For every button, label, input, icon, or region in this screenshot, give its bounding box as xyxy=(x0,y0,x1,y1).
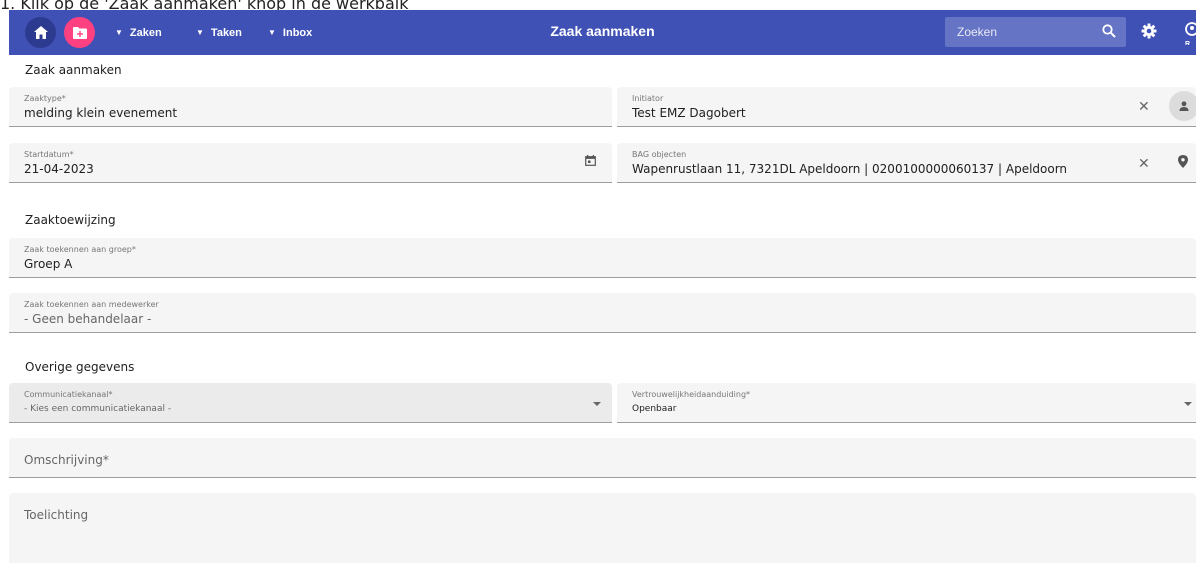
person-icon xyxy=(1179,101,1189,111)
omschrijving-input[interactable]: Omschrijving* xyxy=(9,438,1196,478)
menu-label: Zaken xyxy=(129,26,162,39)
field-label: Zaak toekennen aan medewerker xyxy=(24,300,159,309)
field-label: Communicatiekanaal* xyxy=(24,390,113,399)
field-value: melding klein evenement xyxy=(24,106,178,120)
medewerker-field[interactable]: Zaak toekennen aan medewerker - Geen beh… xyxy=(9,293,1196,333)
close-icon[interactable]: ✕ xyxy=(1138,100,1150,114)
field-placeholder: Omschrijving* xyxy=(24,453,109,467)
home-icon xyxy=(33,26,48,39)
field-value: - Geen behandelaar - xyxy=(24,312,152,326)
close-icon[interactable]: ✕ xyxy=(1138,157,1150,171)
top-toolbar: ▼ Zaken ▼ Taken ▼ Inbox Zaak aanmaken R xyxy=(9,10,1196,55)
field-label: Zaaktype* xyxy=(24,94,66,103)
section-title-assignment: Zaaktoewijzing xyxy=(25,213,116,227)
instruction-caption: 1. Klik op de 'Zaak aanmaken' knop in de… xyxy=(0,0,409,13)
menu-label: Inbox xyxy=(282,26,313,39)
startdatum-field[interactable]: Startdatum* 21-04-2023 xyxy=(9,143,612,183)
field-label: Vertrouwelijkheidaanduiding* xyxy=(632,390,751,399)
field-value: Wapenrustlaan 11, 7321DL Apeldoorn | 020… xyxy=(632,162,1068,176)
account-button[interactable]: R xyxy=(1185,21,1196,45)
field-value: - Kies een communicatiekanaal - xyxy=(24,404,172,414)
account-icon xyxy=(1185,22,1196,36)
initiator-field[interactable]: Initiator Test EMZ Dagobert ✕ xyxy=(617,87,1196,127)
select-person-button[interactable] xyxy=(1169,91,1196,121)
home-button[interactable] xyxy=(25,17,56,48)
gear-icon[interactable] xyxy=(1141,23,1157,39)
menu-zaken[interactable]: ▼ Zaken xyxy=(115,10,162,55)
menu-inbox[interactable]: ▼ Inbox xyxy=(268,10,312,55)
folder-plus-icon xyxy=(72,26,87,39)
vertrouwelijkheid-select[interactable]: Vertrouwelijkheidaanduiding* Openbaar xyxy=(617,383,1196,423)
account-initial: R xyxy=(1185,41,1191,45)
menu-taken[interactable]: ▼ Taken xyxy=(196,10,242,55)
field-label: Startdatum* xyxy=(24,150,74,159)
section-title-other: Overige gegevens xyxy=(25,360,135,374)
search-box[interactable] xyxy=(945,17,1126,47)
groep-field[interactable]: Zaak toekennen aan groep* Groep A xyxy=(9,238,1196,278)
dropdown-arrow-icon xyxy=(593,402,601,406)
field-placeholder: Toelichting xyxy=(24,508,89,522)
section-title-create: Zaak aanmaken xyxy=(25,63,122,77)
create-case-button[interactable] xyxy=(64,17,95,48)
chevron-down-icon: ▼ xyxy=(196,28,204,37)
field-value: Test EMZ Dagobert xyxy=(632,106,746,120)
chevron-down-icon: ▼ xyxy=(115,28,123,37)
menu-label: Taken xyxy=(210,26,242,39)
location-pin-icon[interactable] xyxy=(1178,155,1188,168)
field-value: Openbaar xyxy=(632,404,677,414)
dropdown-arrow-icon xyxy=(1184,402,1192,406)
field-label: Zaak toekennen aan groep* xyxy=(24,245,136,254)
field-value: Groep A xyxy=(24,257,73,271)
field-label: Initiator xyxy=(632,94,664,103)
field-label: BAG objecten xyxy=(632,150,687,159)
search-input[interactable] xyxy=(945,17,1095,47)
communicatiekanaal-select[interactable]: Communicatiekanaal* - Kies een communica… xyxy=(9,383,612,423)
chevron-down-icon: ▼ xyxy=(268,28,276,37)
calendar-icon[interactable] xyxy=(585,155,596,166)
zaaktype-field[interactable]: Zaaktype* melding klein evenement xyxy=(9,87,612,127)
bag-objecten-field[interactable]: BAG objecten Wapenrustlaan 11, 7321DL Ap… xyxy=(617,143,1196,183)
toelichting-textarea[interactable]: Toelichting xyxy=(9,493,1196,563)
field-value: 21-04-2023 xyxy=(24,162,94,176)
search-icon[interactable] xyxy=(1102,24,1116,38)
